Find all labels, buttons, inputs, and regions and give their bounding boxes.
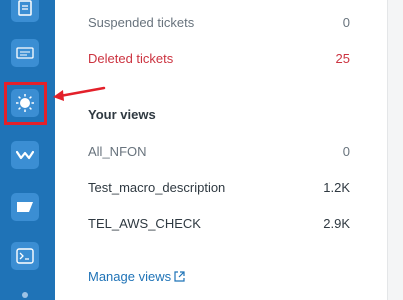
annotation-arrow (53, 86, 106, 101)
scrollbar[interactable] (387, 0, 403, 300)
